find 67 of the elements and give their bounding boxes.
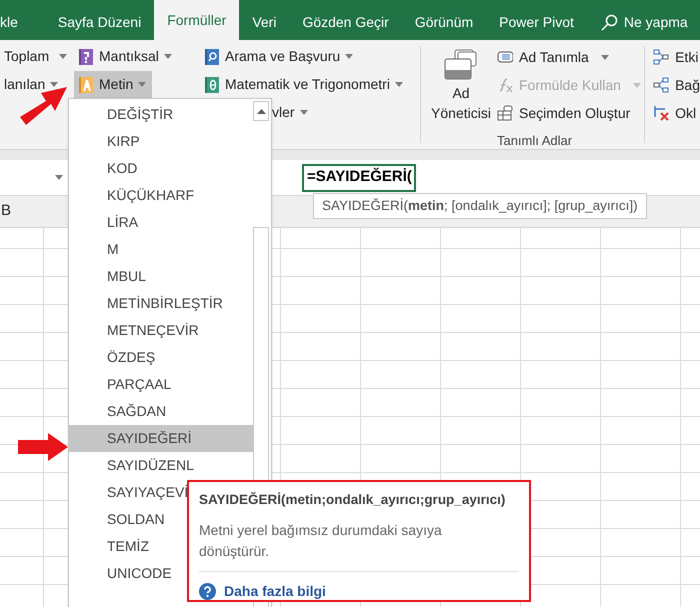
card-drawer-icon <box>443 49 479 81</box>
caret-icon <box>394 82 403 87</box>
caret-icon <box>600 54 609 60</box>
tooltip-description: Metni yerel bağımsız durumdaki sayıya dönüştürür. <box>199 521 443 562</box>
search-icon <box>600 14 618 30</box>
menu-item[interactable]: LİRA <box>69 209 253 236</box>
menu-item[interactable]: DEĞİŞTİR <box>69 101 253 128</box>
ribbon-command[interactable]: Arama ve Başvuru <box>200 43 360 70</box>
ribbon-tab[interactable]: Veri <box>239 4 290 40</box>
caret-icon <box>300 110 308 115</box>
menu-item[interactable]: MBUL <box>69 263 253 290</box>
group-label: Tanımlı Adlar <box>496 132 574 150</box>
function-icon <box>497 77 513 93</box>
ribbon-command[interactable]: Etki <box>653 43 700 71</box>
ribbon-command: Formülde Kullan <box>497 71 641 99</box>
ribbon-tab[interactable]: Power Pivot <box>486 4 587 40</box>
trace-arrows-icon <box>653 77 670 93</box>
menu-item[interactable]: KOD <box>69 155 253 182</box>
ribbon-command[interactable]: vler <box>268 99 314 126</box>
menu-item[interactable]: METİNBİRLEŞTİR <box>69 290 253 317</box>
caret-icon <box>55 175 63 180</box>
menu-item[interactable]: SAYIDÜZENL <box>69 452 253 479</box>
menu-item[interactable]: KÜÇÜKHARF <box>69 182 253 209</box>
menu-item[interactable]: ÖZDEŞ <box>69 344 253 371</box>
ribbon-command[interactable]: Metin <box>74 71 152 98</box>
ribbon-command[interactable]: Toplam <box>0 43 74 70</box>
menu-item[interactable]: PARÇAAL <box>69 371 253 398</box>
ribbon-tab[interactable]: Gözden Geçir <box>289 4 402 40</box>
menu-item[interactable]: SAYIDEĞERİ <box>69 425 253 452</box>
caret-icon <box>632 82 641 88</box>
cell-editor[interactable]: =SAYIDEĞERİ( <box>302 164 416 192</box>
ribbon-command[interactable]: Seçimden Oluştur <box>497 99 641 127</box>
table-tag-icon <box>497 105 513 121</box>
trace-arrows-icon <box>653 49 670 65</box>
syntax-hint: SAYIDEĞERİ(metin; [ondalık_ayırıcı]; [grup_ayırıcı]) <box>313 193 647 220</box>
ribbon-command[interactable]: Bağ <box>653 71 700 99</box>
more-info-link[interactable]: Daha fazla bilgi <box>224 581 326 602</box>
ribbon-command[interactable]: Matematik ve Trigonometri <box>200 71 409 98</box>
letter-book-icon <box>78 76 94 92</box>
caret-icon <box>59 54 68 59</box>
theta-book-icon <box>204 76 220 92</box>
ribbon-command[interactable]: Ad Tanımla <box>497 43 641 71</box>
ribbon-command[interactable]: lanılan <box>0 71 64 98</box>
ribbon-tab[interactable]: Görünüm <box>402 4 486 40</box>
caret-icon <box>138 82 146 87</box>
ribbon-command[interactable]: Okl <box>653 99 700 127</box>
ribbon-tab[interactable]: Sayfa Düzeni <box>44 4 154 40</box>
magnifier-book-icon <box>204 48 220 64</box>
scroll-up-button[interactable] <box>253 101 269 121</box>
ribbon-tab[interactable]: Formüller <box>154 0 240 40</box>
name-manager-button[interactable]: Ad Yöneticisi <box>425 43 497 127</box>
label-icon <box>497 49 513 65</box>
caret-up-icon <box>256 108 266 114</box>
ribbon-tab[interactable]: kle <box>0 4 45 40</box>
menu-item[interactable]: SAĞDAN <box>69 398 253 425</box>
ribbon-command[interactable]: Mantıksal <box>74 43 178 70</box>
pointer-arrow <box>18 433 68 461</box>
caret-icon <box>164 54 172 59</box>
caret-icon <box>345 54 354 59</box>
menu-item[interactable]: M <box>69 236 253 263</box>
remove-arrows-icon <box>653 105 670 121</box>
column-header: B <box>0 201 12 222</box>
question-book-icon <box>78 48 94 64</box>
menu-item[interactable]: KIRP <box>69 128 253 155</box>
tooltip-title: SAYIDEĞERİ(metin;ondalık_ayırıcı;grup_ayırıcı) <box>199 491 506 509</box>
menu-item[interactable]: METNEÇEVİR <box>69 317 253 344</box>
tell-me-field[interactable]: Ne yapma <box>600 4 688 40</box>
